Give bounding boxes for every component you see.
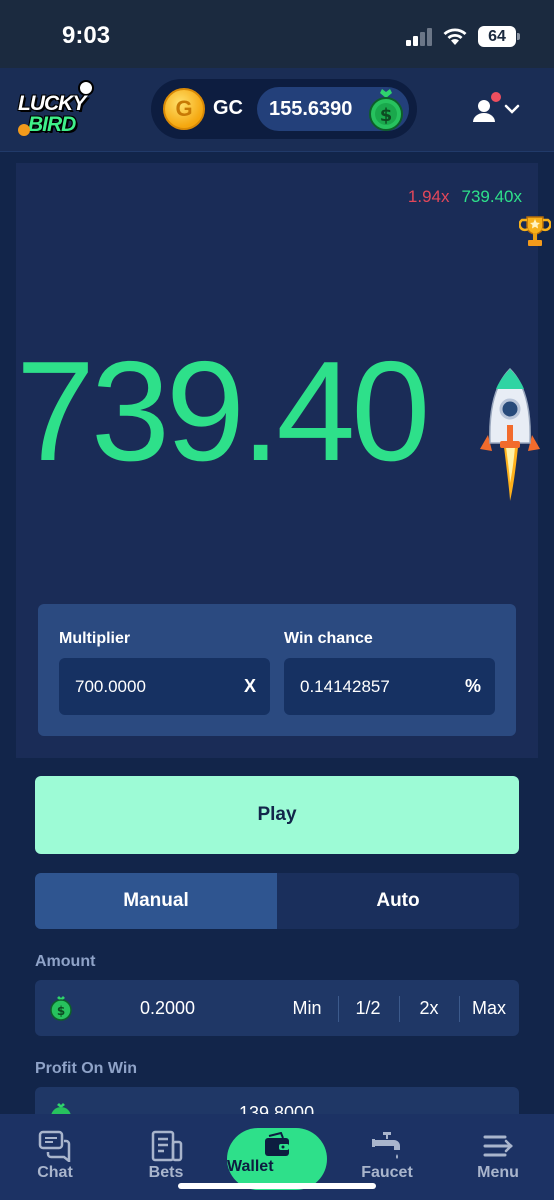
home-indicator[interactable] [178, 1183, 376, 1189]
trophy-icon[interactable] [519, 214, 551, 250]
cellular-signal-icon [406, 28, 434, 46]
faucet-icon [372, 1132, 400, 1159]
amount-half-button[interactable]: 1/2 [338, 980, 398, 1036]
nav-chat[interactable]: Chat [0, 1114, 110, 1200]
win-chance-value[interactable]: 0.14142857 [300, 677, 390, 697]
chevron-down-icon [504, 104, 520, 114]
amount-min-button[interactable]: Min [277, 980, 337, 1036]
chat-icon [38, 1130, 71, 1162]
win-chance-label: Win chance [284, 630, 373, 647]
lucky-bird-logo[interactable]: LUCKY BIRD [16, 80, 102, 140]
menu-icon [483, 1135, 513, 1157]
wifi-icon [443, 28, 467, 45]
tab-manual[interactable]: Manual [35, 873, 277, 929]
multiplier-unit: X [243, 676, 256, 696]
bets-icon [151, 1130, 183, 1162]
currency-selector[interactable]: GC [213, 97, 243, 120]
tab-auto[interactable]: Auto [277, 873, 519, 929]
wallet-balance-pill[interactable]: G GC 155.6390 $ [151, 79, 417, 139]
nav-wallet[interactable]: Wallet [227, 1128, 327, 1190]
multiplier-label: Multiplier [59, 630, 131, 647]
status-bar: 9:03 64 [0, 0, 554, 68]
user-icon [473, 92, 520, 122]
game-area: 1.94x 739.40x 739.40 Multiplier 700.0000… [16, 163, 551, 758]
battery-icon: 64 [478, 26, 520, 47]
multiplier-value[interactable]: 700.0000 [75, 677, 146, 697]
bet-settings-card: Multiplier 700.0000 X Win chance 0.14142… [38, 604, 516, 736]
win-chance-input[interactable]: 0.14142857 % [284, 658, 495, 715]
amount-max-button[interactable]: Max [459, 980, 519, 1036]
money-bag-icon: $ [50, 996, 72, 1021]
logo-coin-icon [18, 124, 30, 136]
profit-label: Profit On Win [35, 1060, 138, 1077]
recent-result-loss[interactable]: 1.94x [407, 187, 450, 207]
win-chance-unit: % [464, 676, 481, 696]
wallet-icon [265, 1132, 289, 1156]
balance-value: 155.6390 [269, 98, 353, 120]
svg-text:$: $ [380, 105, 393, 126]
amount-input[interactable]: $ 0.2000 Min 1/2 2x Max [35, 980, 519, 1036]
current-multiplier: 739.40 [16, 341, 430, 483]
recent-results: 1.94x 739.40x [407, 187, 523, 207]
rocket-icon [480, 367, 540, 501]
money-bag-icon: $ [369, 89, 403, 131]
nav-menu[interactable]: Menu [443, 1114, 553, 1200]
amount-label: Amount [35, 953, 96, 970]
status-time: 9:03 [62, 22, 111, 49]
play-button[interactable]: Play [35, 776, 519, 854]
svg-text:$: $ [57, 1004, 65, 1018]
mode-toggle: Manual Auto [35, 873, 519, 929]
recent-result-win[interactable]: 739.40x [462, 187, 523, 207]
app-header: LUCKY BIRD G GC 155.6390 $ [0, 68, 554, 152]
profile-menu[interactable] [470, 90, 524, 130]
multiplier-input[interactable]: 700.0000 X [59, 658, 270, 715]
amount-value[interactable]: 0.2000 [140, 998, 195, 1019]
amount-double-button[interactable]: 2x [399, 980, 459, 1036]
gold-coin-icon: G [163, 88, 205, 130]
balance-box[interactable]: 155.6390 $ [257, 87, 409, 131]
